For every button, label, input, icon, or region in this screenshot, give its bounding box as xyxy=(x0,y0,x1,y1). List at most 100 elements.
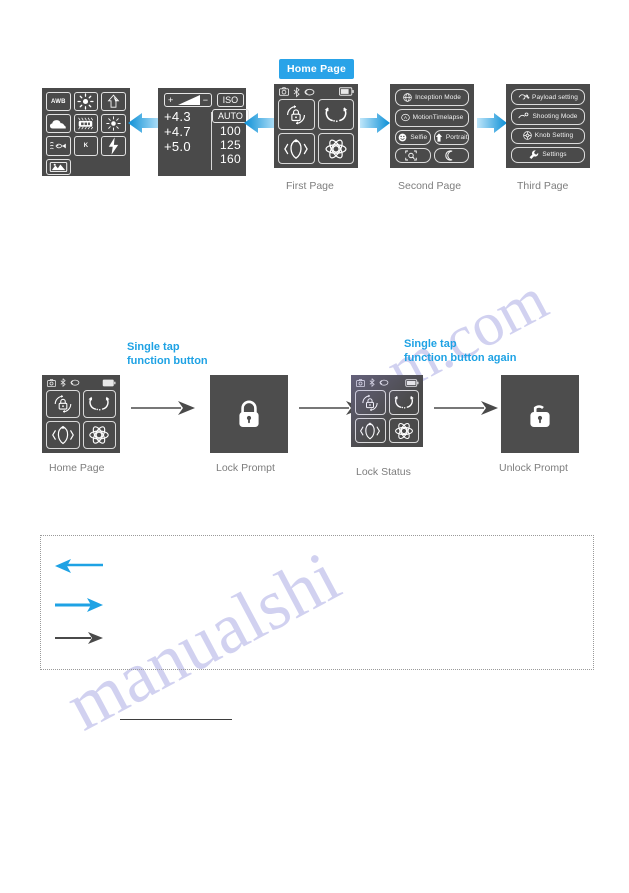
callout-line-1: Single tap xyxy=(404,338,457,350)
vortex-mode-icon[interactable] xyxy=(317,133,354,164)
second-page-button-selfie[interactable]: Selfie xyxy=(395,129,431,145)
legend-item-blue-right xyxy=(55,597,103,618)
pan-follow-lock-icon[interactable] xyxy=(278,99,315,130)
legend-box xyxy=(40,535,594,670)
padlock-closed-icon xyxy=(239,400,259,427)
awb-icon[interactable]: AWB xyxy=(46,92,71,111)
panel-lock-status xyxy=(351,375,423,447)
caption-home-page: Home Page xyxy=(49,462,105,474)
wb-empty-cell-1 xyxy=(74,159,99,175)
incandescent-icon[interactable] xyxy=(101,114,126,133)
sync-icon xyxy=(304,88,315,95)
portrait-icon xyxy=(435,132,443,142)
third-page-button-knob-setting[interactable]: Knob Setting xyxy=(511,127,585,144)
callout-single-tap-1: Single tap function button xyxy=(127,341,208,368)
third-page-buttons: Payload setting Shooting Mode Knob Setti… xyxy=(511,89,585,163)
second-page-button-night[interactable] xyxy=(433,147,469,163)
third-page-button-label: Shooting Mode xyxy=(532,112,578,120)
ev-bar-icon: + − xyxy=(164,93,212,107)
second-page-button-focus-zoom[interactable] xyxy=(395,147,431,163)
blue-arrow-left-1 xyxy=(128,112,162,139)
ev-value[interactable]: +4.7 xyxy=(164,125,212,139)
ev-value[interactable]: +5.0 xyxy=(164,140,212,154)
third-page-button-label: Settings xyxy=(542,151,567,159)
page-root: m.com manualshi AWB K + − +4.3 +4.7 +5.0… xyxy=(0,0,629,893)
third-page-button-label: Payload setting xyxy=(532,93,578,101)
shade-icon[interactable] xyxy=(101,92,126,111)
statusbar xyxy=(274,84,358,97)
third-page-button-settings[interactable]: Settings xyxy=(511,146,585,163)
kelvin-icon[interactable]: K xyxy=(73,136,99,156)
second-page-button-portrait[interactable]: Portrait xyxy=(433,129,469,145)
wb-empty-cell-2 xyxy=(101,159,126,175)
panel-lock-prompt xyxy=(210,375,288,453)
wrench-icon xyxy=(529,150,539,160)
second-page-button-label: MotionTimelapse xyxy=(412,114,464,122)
second-page-button-motion-timelapse[interactable]: A MotionTimelapse xyxy=(395,109,469,127)
home-page-tiles xyxy=(46,390,116,449)
panel-exposure-iso: + − +4.3 +4.7 +5.0 ISO AUTO 100 125 160 xyxy=(158,88,249,176)
third-page-button-label: Knob Setting xyxy=(534,132,574,140)
follow-mode-icon[interactable] xyxy=(388,390,419,415)
shooting-mode-icon xyxy=(518,112,529,120)
sync-icon xyxy=(379,379,389,386)
bluetooth-icon xyxy=(369,378,375,388)
fluorescent-icon[interactable] xyxy=(73,114,99,133)
camera-icon xyxy=(356,378,366,387)
daylight-sun-icon[interactable] xyxy=(73,92,99,111)
focus-zoom-icon xyxy=(405,150,417,161)
pan-follow-lock-icon[interactable] xyxy=(355,390,386,415)
camera-icon xyxy=(279,87,290,96)
exposure-iso-grid: + − +4.3 +4.7 +5.0 ISO AUTO 100 125 160 xyxy=(158,88,249,176)
knob-icon xyxy=(523,131,532,140)
second-page-button-label: Portrait xyxy=(445,133,468,141)
caption-lock-status: Lock Status xyxy=(356,466,411,478)
first-page-tiles xyxy=(278,99,354,164)
ev-value[interactable]: +4.3 xyxy=(164,110,212,124)
iso-value[interactable]: 160 xyxy=(212,153,249,166)
legend-item-blue-left xyxy=(55,558,103,579)
vortex-mode-icon[interactable] xyxy=(388,418,419,443)
panel-third-page: Payload setting Shooting Mode Knob Setti… xyxy=(506,84,590,168)
third-page-button-payload[interactable]: Payload setting xyxy=(511,89,585,106)
second-page-row-selfie-portrait: Selfie Portrait xyxy=(395,129,469,145)
fpv-mode-icon[interactable] xyxy=(355,418,386,443)
underwater-icon[interactable] xyxy=(46,136,71,156)
follow-mode-icon[interactable] xyxy=(82,390,116,418)
pan-follow-lock-icon[interactable] xyxy=(46,390,80,418)
flash-icon[interactable] xyxy=(101,136,126,156)
iso-title: ISO xyxy=(216,93,245,107)
gray-arrow-right-1 xyxy=(131,398,195,423)
follow-mode-icon[interactable] xyxy=(317,99,354,130)
caption-first-page: First Page xyxy=(286,180,334,192)
gray-arrow-right-3 xyxy=(434,398,498,423)
callout-single-tap-2: Single tap function button again xyxy=(404,338,516,365)
second-page-button-inception[interactable]: Inception Mode xyxy=(395,89,469,107)
cloudy-icon[interactable] xyxy=(46,114,71,133)
third-page-button-shooting-mode[interactable]: Shooting Mode xyxy=(511,108,585,125)
legend-item-gray-right xyxy=(55,630,103,651)
blue-arrow-right-1 xyxy=(360,112,390,139)
second-page-button-label: Selfie xyxy=(410,133,428,141)
statusbar xyxy=(351,375,423,388)
second-page-buttons: Inception Mode A MotionTimelapse Selfie … xyxy=(395,89,469,163)
caption-lock-prompt: Lock Prompt xyxy=(216,462,275,474)
camera-icon xyxy=(47,378,57,387)
second-page-row-extra xyxy=(395,147,469,163)
second-page-button-label: Inception Mode xyxy=(415,94,461,102)
svg-text:A: A xyxy=(404,116,407,121)
iso-value[interactable]: 125 xyxy=(212,139,249,152)
callout-line-1: Single tap xyxy=(127,341,180,353)
home-page-badge: Home Page xyxy=(279,59,354,79)
footer-divider xyxy=(120,719,232,720)
vortex-mode-icon[interactable] xyxy=(82,421,116,449)
fpv-mode-icon[interactable] xyxy=(278,133,315,164)
bluetooth-icon xyxy=(60,378,66,388)
custom-wb-icon[interactable] xyxy=(46,159,71,175)
panel-home-page xyxy=(42,375,120,453)
fpv-mode-icon[interactable] xyxy=(46,421,80,449)
battery-icon xyxy=(405,378,419,387)
statusbar xyxy=(42,375,120,388)
ev-minus-label: − xyxy=(202,95,208,105)
bluetooth-icon xyxy=(293,86,300,97)
